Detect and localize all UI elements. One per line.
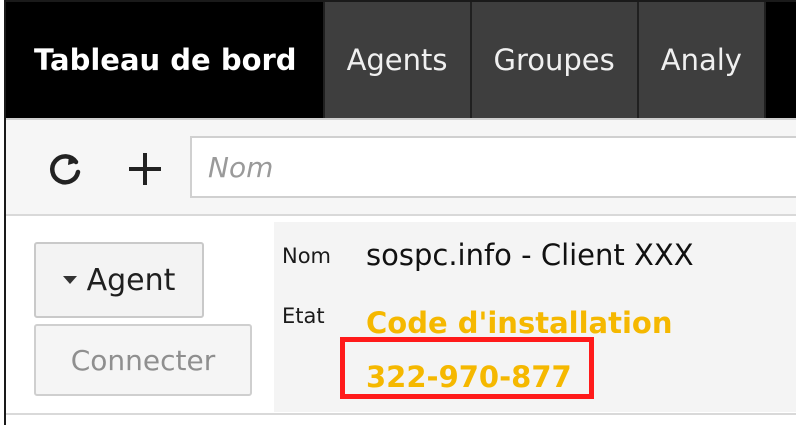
agent-dropdown-label: Agent (86, 262, 176, 298)
refresh-icon (50, 154, 81, 185)
agent-dropdown-button[interactable]: Agent (34, 242, 204, 318)
connect-label: Connecter (70, 343, 216, 377)
divider (6, 413, 796, 415)
refresh-button[interactable] (36, 140, 94, 198)
agent-name: sospc.info - Client XXX (366, 238, 694, 272)
connect-button[interactable]: Connecter (34, 324, 252, 396)
tab-agents[interactable]: Agents (324, 2, 472, 118)
caret-down-icon (62, 276, 77, 284)
agent-state: Code d'installation (366, 306, 673, 340)
search-input[interactable] (190, 136, 796, 198)
state-label: Etat (282, 304, 325, 328)
toolbar (6, 118, 796, 216)
plus-icon (129, 153, 161, 185)
name-label: Nom (282, 244, 332, 268)
tab-analytics[interactable]: Analy (638, 2, 766, 118)
add-button[interactable] (116, 140, 174, 198)
top-nav: Tableau de bord Agents Groupes Analy (6, 2, 796, 118)
tab-groups[interactable]: Groupes (471, 2, 639, 118)
agent-actions: Agent Connecter (6, 216, 264, 429)
install-code-highlight (340, 337, 594, 399)
tab-dashboard[interactable]: Tableau de bord (6, 2, 325, 118)
